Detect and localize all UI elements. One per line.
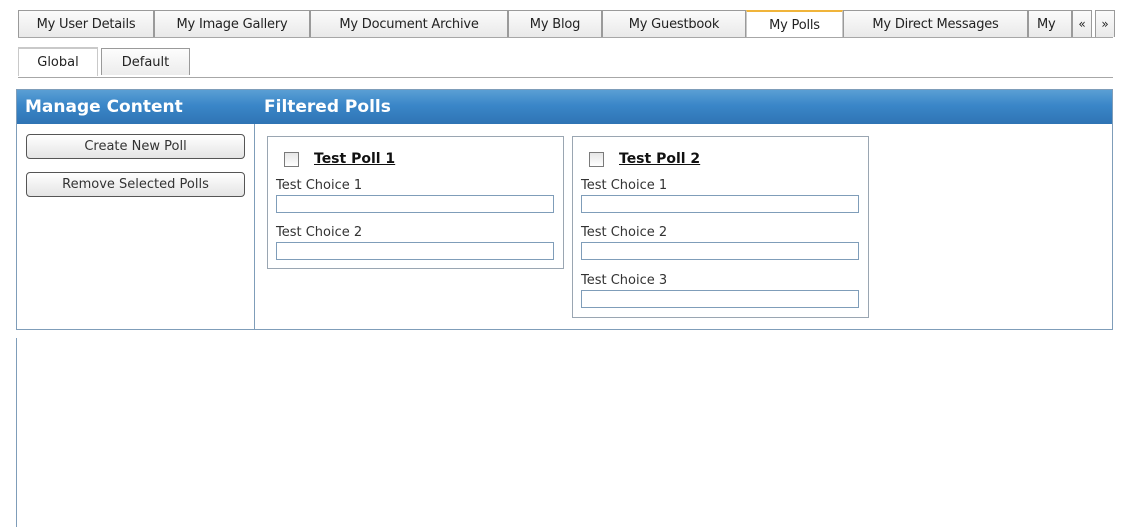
remove-selected-polls-button[interactable]: Remove Selected Polls xyxy=(26,172,245,197)
tab-scroll-left-button[interactable]: « xyxy=(1072,10,1092,37)
tab-my-image-gallery[interactable]: My Image Gallery xyxy=(154,10,310,37)
poll-choice-result-bar xyxy=(581,290,859,308)
tab-scroll-right-button[interactable]: » xyxy=(1095,10,1115,37)
tab-my-truncated[interactable]: My xyxy=(1028,10,1072,37)
poll-title-link[interactable]: Test Poll 1 xyxy=(314,151,395,167)
poll-choice-result-bar xyxy=(276,195,554,213)
poll-card: Test Poll 2 Test Choice 1 Test Choice 2 … xyxy=(572,136,869,318)
sidebar-divider xyxy=(254,124,255,329)
poll-choice-result-bar xyxy=(276,242,554,260)
poll-choice-label: Test Choice 1 xyxy=(276,178,363,193)
tab-my-document-archive[interactable]: My Document Archive xyxy=(310,10,508,37)
poll-choice-label: Test Choice 2 xyxy=(581,225,668,240)
poll-choice-result-bar xyxy=(581,242,859,260)
tab-my-direct-messages[interactable]: My Direct Messages xyxy=(843,10,1028,37)
poll-select-checkbox[interactable] xyxy=(284,152,299,167)
tab-my-polls[interactable]: My Polls xyxy=(746,10,843,38)
page-frame-edge xyxy=(16,338,18,527)
subtab-default[interactable]: Default xyxy=(101,48,190,75)
tab-my-user-details[interactable]: My User Details xyxy=(18,10,154,37)
poll-title-link[interactable]: Test Poll 2 xyxy=(619,151,700,167)
module-tab-bar: My User Details My Image Gallery My Docu… xyxy=(18,10,1121,38)
tab-my-guestbook[interactable]: My Guestbook xyxy=(602,10,746,37)
poll-choice-result-bar xyxy=(581,195,859,213)
filtered-polls-title: Filtered Polls xyxy=(264,97,391,117)
manage-content-title: Manage Content xyxy=(25,97,183,117)
poll-choice-label: Test Choice 3 xyxy=(581,273,668,288)
tab-my-blog[interactable]: My Blog xyxy=(508,10,602,37)
poll-choice-label: Test Choice 1 xyxy=(581,178,668,193)
polls-panel: Manage Content Filtered Polls Create New… xyxy=(16,89,1113,330)
poll-select-checkbox[interactable] xyxy=(589,152,604,167)
poll-card: Test Poll 1 Test Choice 1 Test Choice 2 xyxy=(267,136,564,269)
create-new-poll-button[interactable]: Create New Poll xyxy=(26,134,245,159)
panel-header: Manage Content Filtered Polls xyxy=(17,90,1112,124)
subtab-global[interactable]: Global xyxy=(18,47,98,76)
subtab-divider xyxy=(18,77,1113,78)
tab-bar-divider xyxy=(18,37,1113,38)
poll-choice-label: Test Choice 2 xyxy=(276,225,363,240)
